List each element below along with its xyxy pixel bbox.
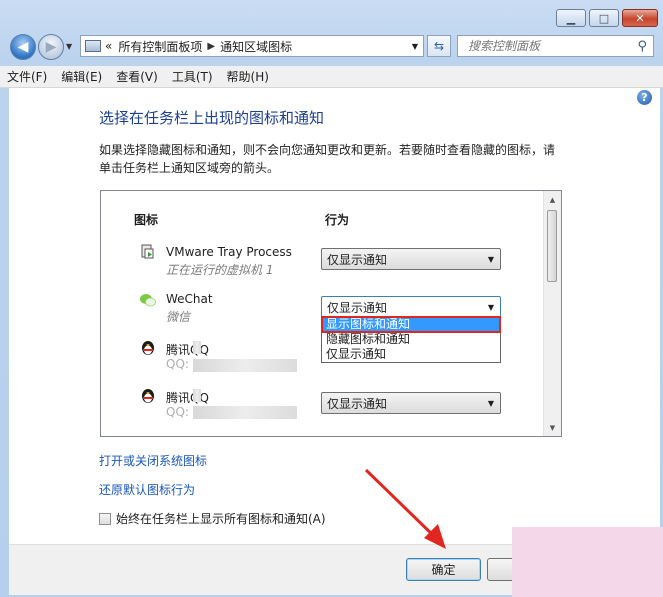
- control-panel-window: ▁ □ ✕ ◀ ▶ ▼ « 所有控制面板项 ▶ 通知区域图标 ▼ ⇆ ⚲ 文件(…: [0, 0, 663, 597]
- annotation-arrow-icon: [364, 468, 446, 549]
